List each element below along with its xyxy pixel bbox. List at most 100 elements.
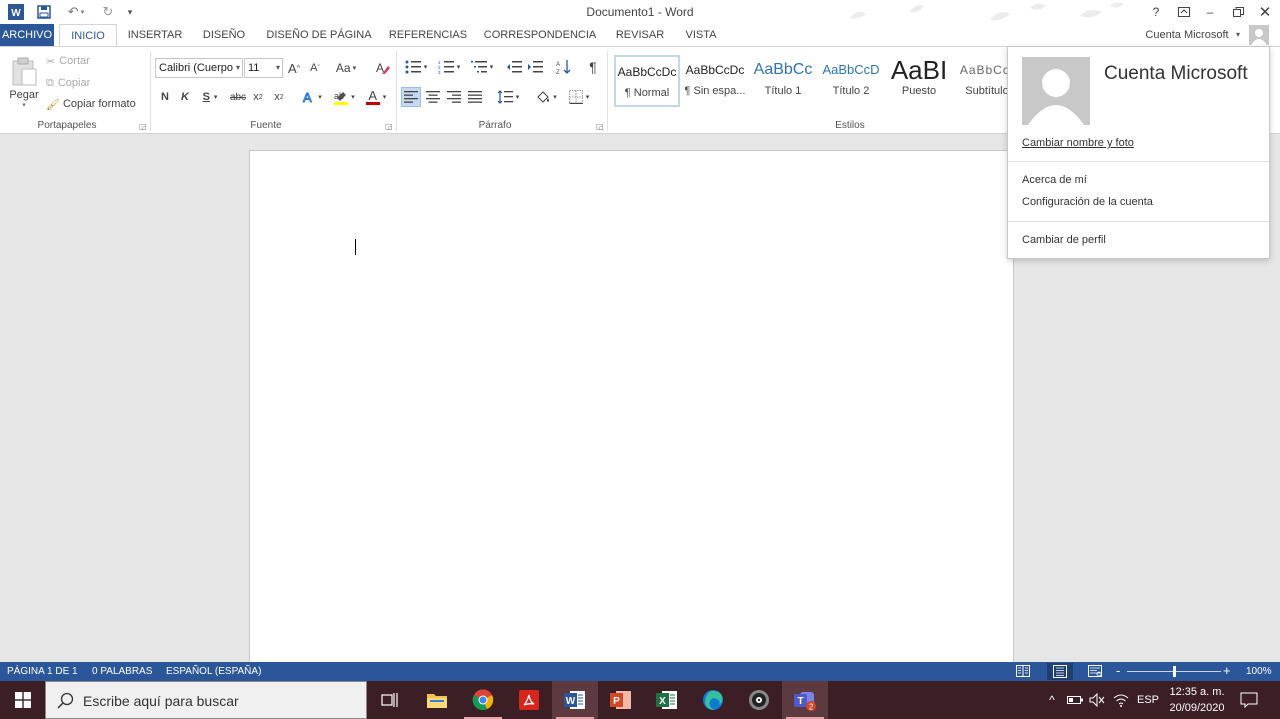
grow-font-button[interactable]: A ^ (286, 59, 302, 77)
taskbar-search-box[interactable]: Escribe aquí para buscar (45, 681, 367, 719)
help-button[interactable]: ? (1145, 2, 1167, 22)
powerpoint-button[interactable]: P (598, 681, 644, 719)
line-spacing-button[interactable]: ▾ (494, 87, 522, 107)
style-heading-2[interactable]: AaBbCcD Título 2 (818, 55, 884, 107)
text-effects-button[interactable]: A ▾ (299, 87, 325, 107)
zoom-slider-thumb[interactable] (1173, 666, 1176, 677)
word-taskbar-button[interactable]: W (552, 681, 598, 719)
style-heading-1[interactable]: AaBbCc Título 1 (750, 55, 816, 107)
about-me-link[interactable]: Acerca de mí (1022, 174, 1087, 186)
strikethrough-button[interactable]: abc (228, 87, 248, 107)
font-name-combo[interactable]: Calibri (Cuerpo ▾ (155, 58, 243, 78)
underline-button[interactable]: S ▾ (197, 87, 223, 107)
print-layout-button[interactable] (1047, 663, 1073, 680)
clipboard-launcher-icon[interactable]: ◲ (139, 122, 147, 131)
justify-button[interactable] (465, 87, 485, 107)
tab-revisar[interactable]: REVISAR (610, 24, 670, 46)
zoom-out-button[interactable]: - (1116, 663, 1120, 678)
read-mode-icon[interactable] (1016, 665, 1030, 680)
decrease-indent-button[interactable] (505, 57, 523, 77)
save-icon[interactable] (34, 3, 54, 21)
paragraph-launcher-icon[interactable]: ◲ (596, 122, 604, 131)
web-layout-icon[interactable] (1088, 665, 1102, 680)
font-launcher-icon[interactable]: ◲ (385, 122, 393, 131)
highlight-button[interactable]: ab ▾ (330, 87, 358, 107)
change-case-button[interactable]: Aa ▾ (332, 59, 360, 77)
increase-indent-button[interactable] (526, 57, 544, 77)
sort-button[interactable]: AZ (554, 57, 574, 77)
font-size-combo[interactable]: 11 ▾ (244, 58, 283, 78)
redo-icon[interactable]: ↻ (98, 3, 118, 21)
account-settings-link[interactable]: Configuración de la cuenta (1022, 196, 1153, 208)
shading-button[interactable]: ▾ (532, 87, 560, 107)
superscript-button[interactable]: x2 (271, 87, 287, 107)
start-button[interactable] (0, 681, 46, 719)
tab-vista[interactable]: VISTA (680, 24, 722, 46)
minimize-icon[interactable]: – (1199, 2, 1221, 22)
file-explorer-button[interactable] (414, 681, 460, 719)
align-right-button[interactable] (444, 87, 464, 107)
avatar[interactable] (1022, 57, 1090, 125)
excel-button[interactable]: X (644, 681, 690, 719)
clock[interactable]: 12:35 a. m. 20/09/2020 (1164, 684, 1230, 716)
clock-date: 20/09/2020 (1169, 702, 1225, 714)
teams-button[interactable]: T2 (782, 681, 828, 719)
document-page[interactable] (249, 150, 1014, 680)
tab-diseno-de-pagina[interactable]: DISEÑO DE PÁGINA (262, 24, 376, 46)
switch-profile-link[interactable]: Cambiar de perfil (1022, 234, 1106, 246)
bold-button[interactable]: N (157, 87, 173, 107)
account-dropdown-icon[interactable]: ▾ (1236, 30, 1240, 39)
ribbon-display-options-icon[interactable] (1173, 2, 1195, 22)
numbering-button[interactable]: 1 2 3 ▾ (434, 57, 464, 77)
show-hidden-icons-chevron-up-icon[interactable]: ^ (1042, 681, 1062, 719)
word-count[interactable]: 0 PALABRAS (92, 666, 152, 677)
align-center-button[interactable] (423, 87, 443, 107)
tab-inicio[interactable]: INICIO (59, 24, 117, 47)
edge-button[interactable] (690, 681, 736, 719)
volume-muted-icon[interactable] (1086, 681, 1108, 719)
tab-insertar[interactable]: INSERTAR (124, 24, 186, 46)
paste-button[interactable]: Pegar ▾ (6, 53, 42, 113)
zoom-level[interactable]: 100% (1246, 666, 1272, 677)
subscript-button[interactable]: x2 (250, 87, 266, 107)
language-status[interactable]: ESPAÑOL (ESPAÑA) (166, 666, 261, 677)
font-color-button[interactable]: A ▾ (362, 87, 390, 107)
italic-button[interactable]: K (177, 87, 193, 107)
svg-text:P: P (613, 696, 620, 707)
media-player-button[interactable] (736, 681, 782, 719)
word-logo-icon[interactable]: W (6, 3, 26, 21)
format-painter-button[interactable]: 🖌 Copiar formato (46, 95, 136, 113)
close-icon[interactable]: ✕ (1254, 2, 1276, 22)
show-formatting-marks-button[interactable]: ¶ (584, 57, 602, 77)
avatar[interactable] (1249, 25, 1269, 45)
customize-qat-icon[interactable]: ▾ (124, 3, 136, 21)
undo-icon[interactable]: ↶ ▾ (62, 3, 90, 21)
clear-formatting-button[interactable]: A (373, 59, 391, 77)
style-no-spacing[interactable]: AaBbCcDc ¶ Sin espa... (682, 55, 748, 107)
tab-referencias[interactable]: REFERENCIAS (386, 24, 470, 46)
cut-button[interactable]: ✂ Cortar (46, 52, 90, 70)
wifi-icon[interactable] (1110, 681, 1132, 719)
zoom-in-button[interactable]: + (1223, 663, 1231, 678)
change-name-photo-link[interactable]: Cambiar nombre y foto (1022, 137, 1134, 149)
acrobat-button[interactable] (506, 681, 552, 719)
chrome-button[interactable] (460, 681, 506, 719)
page-count[interactable]: PÁGINA 1 DE 1 (7, 666, 78, 677)
align-left-button[interactable] (401, 87, 421, 107)
shrink-font-button[interactable]: Aˇ (307, 59, 323, 77)
tab-archivo[interactable]: ARCHIVO (0, 24, 54, 46)
style-title[interactable]: AaBI Puesto (886, 55, 952, 107)
tab-diseno[interactable]: DISEÑO (196, 24, 252, 46)
task-view-button[interactable] (367, 681, 413, 719)
bullets-button[interactable]: ▾ (401, 57, 431, 77)
notification-center-icon[interactable] (1236, 681, 1262, 719)
account-name-button[interactable]: Cuenta Microsoft (1138, 24, 1236, 46)
copy-button[interactable]: ⧉ Copiar (46, 74, 90, 92)
restore-icon[interactable] (1227, 2, 1249, 22)
borders-button[interactable]: ▾ (564, 87, 594, 107)
battery-icon[interactable] (1064, 681, 1086, 719)
style-normal[interactable]: AaBbCcDc ¶ Normal (614, 55, 680, 107)
multilevel-list-button[interactable]: ▾ (467, 57, 497, 77)
input-language-indicator[interactable]: ESP (1134, 681, 1162, 719)
tab-correspondencia[interactable]: CORRESPONDENCIA (480, 24, 600, 46)
